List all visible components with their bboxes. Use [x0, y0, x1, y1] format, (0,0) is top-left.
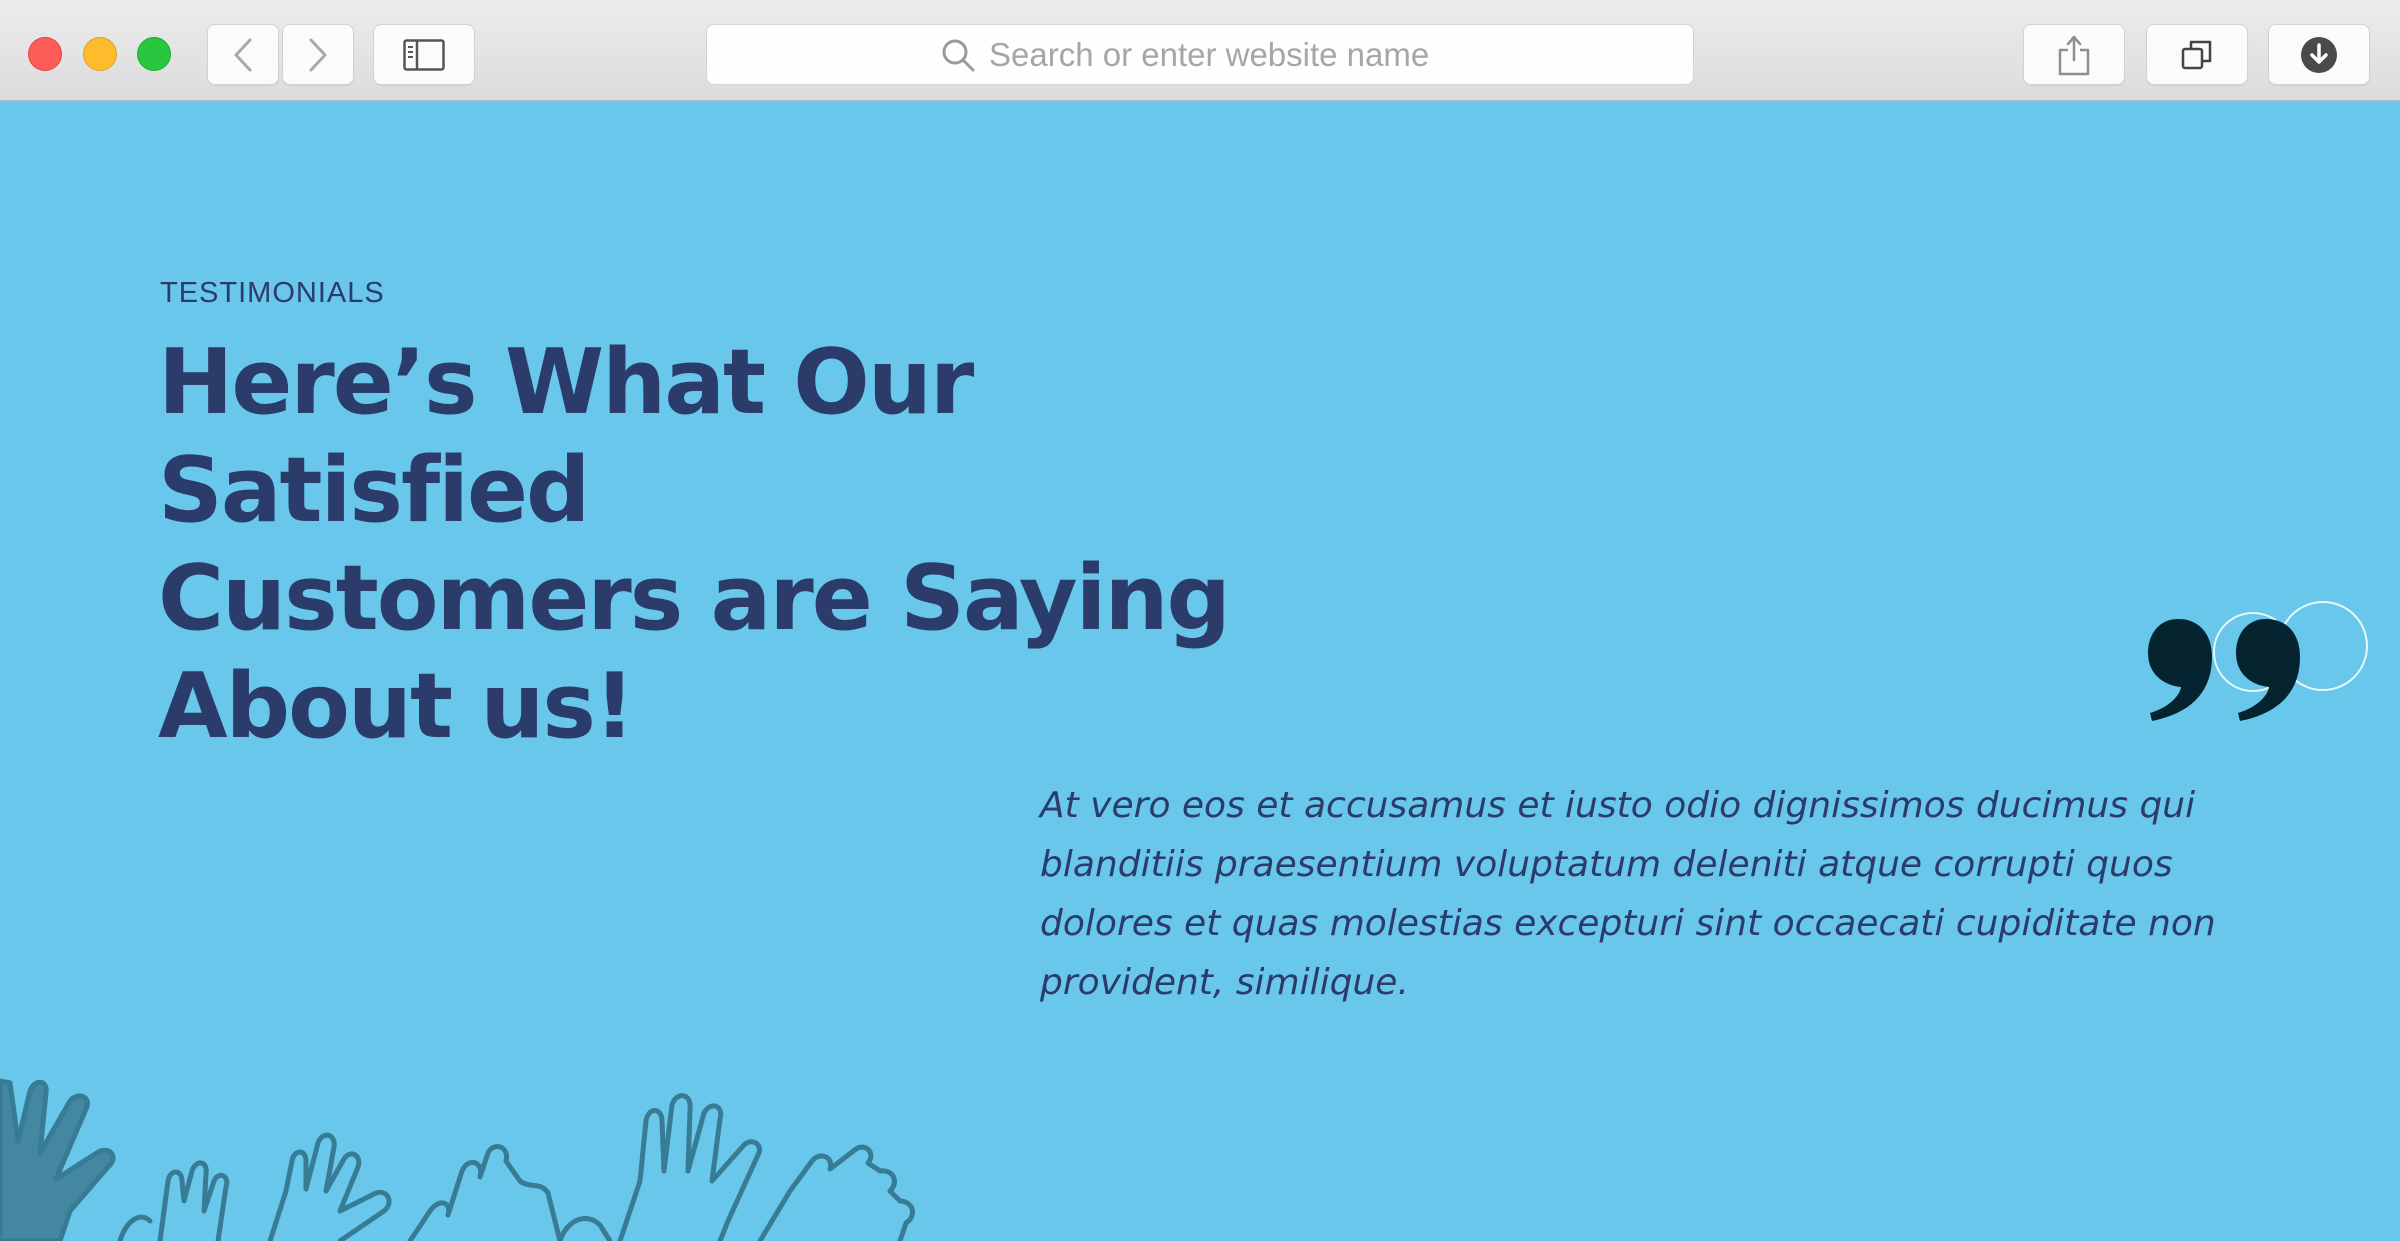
search-icon: [942, 39, 975, 71]
quote-mark-icon: [2148, 601, 2368, 721]
testimonial-quote: At vero eos et accusamus et iusto odio d…: [1040, 776, 2330, 1012]
tabs-overview-button[interactable]: [2146, 24, 2248, 85]
address-bar[interactable]: [706, 24, 1694, 85]
download-icon: [2301, 36, 2337, 73]
chevron-left-icon: [234, 38, 252, 71]
zoom-window-button[interactable]: [137, 37, 171, 71]
address-input[interactable]: [989, 35, 1459, 74]
share-button[interactable]: [2023, 24, 2125, 85]
testimonials-section: TESTIMONIALS Here’s What Our Satisfied C…: [0, 101, 2400, 1241]
minimize-window-button[interactable]: [83, 37, 117, 71]
tabs-icon: [2181, 40, 2212, 69]
heading-line: About us!: [158, 654, 635, 759]
close-window-button[interactable]: [28, 37, 62, 71]
raised-hands-illustration: [0, 1078, 916, 1241]
chevron-right-icon: [309, 38, 327, 71]
sidebar-toggle-button[interactable]: [373, 24, 475, 85]
heading-line: Customers are Saying: [158, 546, 1231, 651]
section-eyebrow: TESTIMONIALS: [160, 277, 385, 309]
quote-line: dolores et quas molestias excepturi sint…: [1040, 903, 2216, 944]
sidebar-icon: [403, 38, 445, 71]
back-button[interactable]: [207, 24, 279, 85]
quote-line: provident, similique.: [1040, 962, 1409, 1003]
heading-line: Here’s What Our Satisfied: [158, 330, 974, 543]
quote-line: blanditiis praesentium voluptatum deleni…: [1040, 844, 2173, 885]
downloads-button[interactable]: [2268, 24, 2370, 85]
quote-line: At vero eos et accusamus et iusto odio d…: [1040, 785, 2196, 826]
section-heading: Here’s What Our Satisfied Customers are …: [158, 329, 1418, 761]
browser-toolbar: [0, 0, 2400, 101]
forward-button[interactable]: [282, 24, 354, 85]
share-icon: [2058, 35, 2090, 75]
